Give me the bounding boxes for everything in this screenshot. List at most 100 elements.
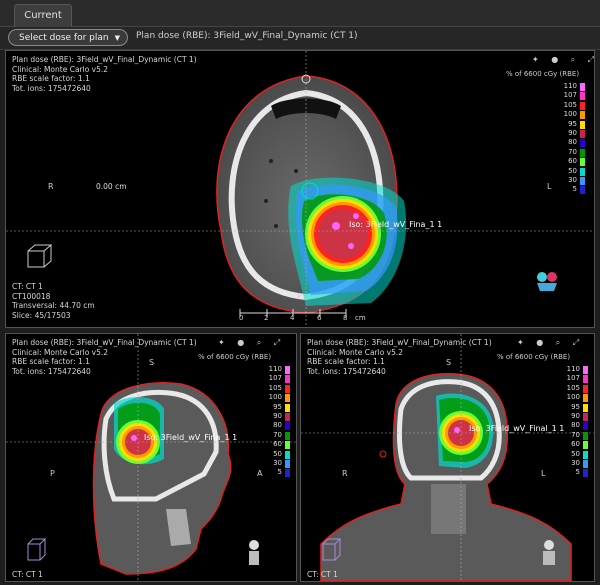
scale-unit: cm [355, 314, 366, 322]
legend-swatch [580, 186, 585, 195]
legend-value: 70 [571, 430, 580, 439]
legend-value: 110 [566, 365, 580, 373]
legend-entry: 90 [559, 129, 585, 138]
legend-value: 30 [273, 458, 282, 467]
view-toolbar[interactable]: ✦ ● ⌕ ⤢ [532, 55, 594, 65]
legend-entry: 30 [562, 459, 588, 468]
plan-dose-label: Plan dose (RBE): 3Field_wV_Final_Dynamic… [136, 31, 358, 41]
legend-value: 110 [563, 82, 577, 90]
dose-legend: 110 107 105 100 95 90 80 70 60 50 30 5 [264, 365, 290, 478]
legend-swatch [583, 366, 588, 374]
info-line: Tot. ions: 175472640 [12, 83, 91, 93]
legend-entry: 50 [264, 450, 290, 459]
legend-entry: 80 [264, 421, 290, 431]
sagittal-view[interactable]: Plan dose (RBE): 3Field_wV_Final_Dynamic… [5, 333, 297, 582]
legend-entry: 105 [562, 384, 588, 393]
coronal-info: Plan dose (RBE): 3Field_wV_Final_Dynamic… [307, 338, 492, 376]
legend-entry: 107 [559, 91, 585, 101]
legend-value: 60 [273, 440, 282, 449]
dose-unit-label: % of 6600 cGy (RBE) [497, 353, 571, 361]
orientation-left-label: L [541, 469, 546, 478]
tab-current[interactable]: Current [14, 4, 72, 27]
info-line: Tot. ions: 175472640 [12, 366, 91, 376]
legend-entry: 95 [264, 403, 290, 412]
legend-entry: 80 [562, 421, 588, 431]
legend-swatch [285, 459, 290, 468]
coronal-view[interactable]: Plan dose (RBE): 3Field_wV_Final_Dynamic… [300, 333, 595, 582]
legend-entry: 95 [559, 120, 585, 129]
legend-entry: 95 [562, 403, 588, 412]
orientation-anterior-label: A [257, 469, 263, 478]
orientation-superior-label: S [446, 358, 452, 367]
legend-entry: 80 [559, 138, 585, 148]
legend-entry: 5 [264, 468, 290, 478]
legend-entry: 100 [264, 393, 290, 403]
legend-entry: 50 [559, 167, 585, 176]
scale-tick: 0 [239, 314, 244, 322]
legend-value: 100 [268, 393, 282, 402]
select-dose-dropdown[interactable]: Select dose for plan ▼ [8, 29, 128, 46]
legend-value: 95 [571, 402, 580, 411]
info-line: Plan dose (RBE): 3Field_wV_Final_Dynamic… [307, 338, 492, 347]
legend-entry: 90 [562, 412, 588, 421]
info-line: RBE scale factor: 1.1 [307, 357, 385, 366]
legend-swatch [285, 403, 290, 412]
legend-swatch [580, 92, 585, 101]
legend-swatch [580, 111, 585, 120]
orientation-figure [537, 272, 557, 291]
dose-legend: 110 107 105 100 95 90 80 70 60 50 30 5 [562, 365, 588, 478]
info-line: RBE scale factor: 1.1 [12, 74, 90, 83]
transversal-view[interactable]: Plan dose (RBE): 3Field_wV_Final_Dynamic… [5, 50, 595, 328]
orientation-figure [249, 540, 259, 565]
legend-entry: 30 [264, 459, 290, 468]
legend-entry: 70 [562, 431, 588, 440]
legend-entry: 60 [562, 440, 588, 450]
legend-entry: 90 [264, 412, 290, 421]
legend-swatch [580, 83, 585, 91]
legend-entry: 5 [562, 468, 588, 478]
legend-value: 110 [268, 365, 282, 373]
info-line: Clinical: Monte Carlo v5.2 [12, 64, 109, 74]
transversal-info: Plan dose (RBE): 3Field_wV_Final_Dynamic… [12, 55, 197, 93]
legend-entry: 110 [562, 365, 588, 374]
legend-entry: 107 [562, 374, 588, 384]
scale-ticks: 0 2 4 6 8 cm [239, 314, 366, 324]
view-toolbar[interactable]: ✦ ● ⌕ ⤢ [517, 338, 584, 348]
tab-bar: Current [0, 0, 600, 27]
legend-value: 70 [568, 147, 577, 156]
dose-unit-label: % of 6600 cGy (RBE) [198, 353, 272, 361]
legend-swatch [285, 422, 290, 431]
orientation-right-label: R [48, 182, 54, 191]
legend-swatch [583, 459, 588, 468]
legend-value: 80 [273, 421, 282, 430]
scale-tick: 2 [264, 314, 269, 322]
isocenter-label: Iso: 3Field_wV_Final_1 1 [469, 424, 565, 433]
legend-entry: 107 [264, 374, 290, 384]
legend-swatch [580, 148, 585, 157]
legend-swatch [583, 384, 588, 393]
toolbar: Select dose for plan ▼ Plan dose (RBE): … [0, 27, 600, 50]
legend-swatch [580, 158, 585, 167]
legend-swatch [583, 441, 588, 450]
legend-value: 107 [563, 91, 577, 100]
legend-value: 50 [273, 449, 282, 458]
view-toolbar[interactable]: ✦ ● ⌕ ⤢ [218, 338, 285, 348]
orientation-left-label: L [547, 182, 552, 191]
ct-info-line: CT: CT 1 [12, 282, 43, 291]
legend-swatch [285, 412, 290, 421]
isocenter-label: Iso: 3Field_wV_Fina_1 1 [349, 220, 443, 229]
legend-swatch [285, 450, 290, 459]
legend-value: 50 [571, 449, 580, 458]
legend-swatch [580, 139, 585, 148]
legend-swatch [285, 375, 290, 384]
legend-swatch [583, 469, 588, 478]
legend-entry: 60 [559, 157, 585, 167]
scale-tick: 6 [317, 314, 322, 322]
info-line: Clinical: Monte Carlo v5.2 [307, 347, 404, 357]
legend-swatch [580, 167, 585, 176]
info-line: Tot. ions: 175472640 [307, 366, 386, 376]
legend-value: 90 [568, 128, 577, 137]
legend-value: 107 [268, 374, 282, 383]
legend-swatch [285, 394, 290, 403]
dose-legend: 110 107 105 100 95 90 80 70 60 50 30 5 [559, 82, 585, 195]
